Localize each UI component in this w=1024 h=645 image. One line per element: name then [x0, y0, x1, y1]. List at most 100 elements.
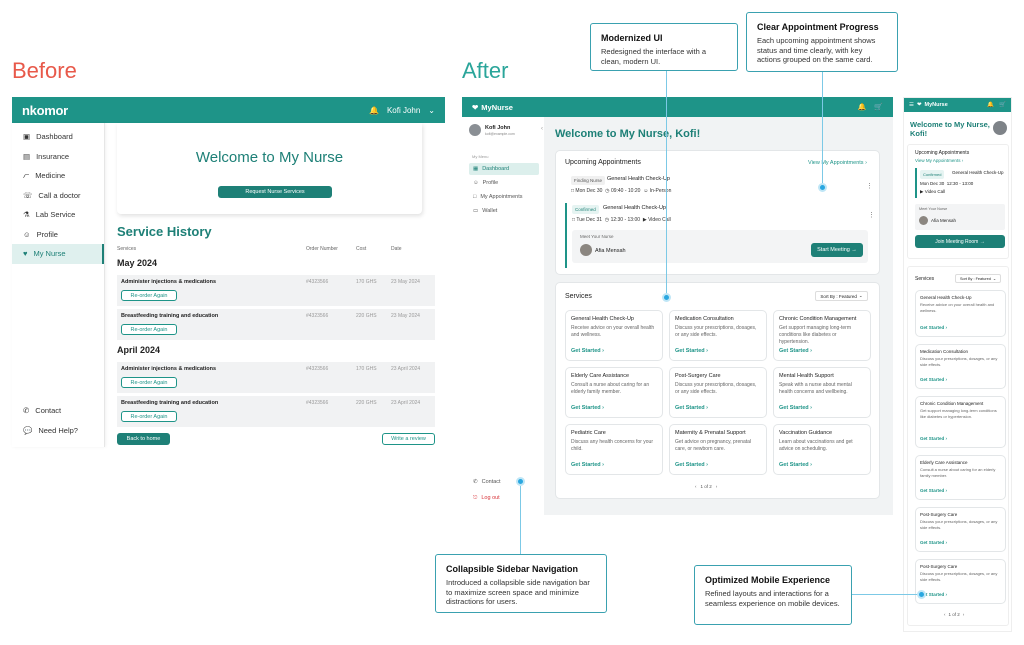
more-icon[interactable]: ⋮	[866, 182, 873, 190]
connector-line	[822, 72, 823, 186]
get-started-link[interactable]: Get Started ›	[920, 540, 947, 545]
service-card[interactable]: Pediatric Care Discuss any health concern…	[565, 424, 663, 475]
back-home-button[interactable]: Back to home	[117, 433, 170, 445]
view-appointments-link[interactable]: View My Appointments ›	[808, 160, 867, 166]
next-page-icon[interactable]: ›	[963, 612, 965, 617]
reorder-button[interactable]: Re-order Again	[121, 411, 177, 422]
mobile-topbar: ☰ ❤ MyNurse 🔔 🛒	[904, 98, 1011, 112]
service-card[interactable]: Maternity & Prenatal Support Get advice o…	[669, 424, 767, 475]
sidebar-item-lab-service[interactable]: ⚗ Lab Service	[12, 205, 104, 225]
more-icon[interactable]: ⋮	[868, 211, 875, 219]
get-started-link[interactable]: Get Started ›	[675, 462, 708, 468]
callout-marker-dot	[516, 477, 525, 486]
bell-icon[interactable]: 🔔	[987, 102, 994, 108]
next-page-icon[interactable]: ›	[716, 484, 718, 489]
start-meeting-button[interactable]: Start Meeting →	[811, 243, 863, 257]
video-icon: ▶	[920, 189, 924, 194]
mobile-services-card: Services Sort By : Featured ⌄ General Hea…	[907, 266, 1009, 626]
appointment-item[interactable]: Confirmed General Health Check-Up Mon De…	[915, 168, 1005, 198]
sidebar-item-my-nurse[interactable]: ♥ My Nurse	[12, 244, 104, 264]
chevron-down-icon[interactable]: ⌄	[428, 106, 435, 115]
table-row: Administer injections & medications #432…	[117, 362, 435, 393]
connector-line	[666, 71, 667, 297]
get-started-link[interactable]: Get Started ›	[675, 348, 708, 354]
sidebar-item-dashboard[interactable]: ▦ Dashboard	[469, 163, 539, 175]
menu-label: My Menu	[472, 154, 489, 159]
service-card[interactable]: Elderly Care Assistance Consult a nurse a…	[565, 367, 663, 418]
sort-select[interactable]: Sort By : Featured ⌄	[815, 291, 868, 301]
status-badge: Confirmed	[572, 205, 599, 214]
sidebar-item-dashboard[interactable]: ▣ Dashboard	[12, 127, 104, 147]
cart-icon[interactable]: 🛒	[874, 103, 883, 111]
sort-select[interactable]: Sort By : Featured ⌄	[955, 274, 1001, 283]
table-row: Breastfeeding training and education #43…	[117, 309, 435, 340]
appointment-title: General Health Check-Up	[603, 205, 666, 211]
callout-modernized-ui: Modernized UI Redesigned the interface w…	[590, 23, 738, 71]
reorder-button[interactable]: Re-order Again	[121, 377, 177, 388]
bell-icon[interactable]: 🔔	[858, 103, 867, 111]
service-card[interactable]: Post-Surgery Care Discuss your prescripti…	[669, 367, 767, 418]
avatar[interactable]	[469, 124, 481, 136]
prev-page-icon[interactable]: ‹	[944, 612, 946, 617]
get-started-link[interactable]: Get Started ›	[779, 462, 812, 468]
sidebar-item-contact[interactable]: ✆ Contact	[473, 479, 501, 485]
menu-icon[interactable]: ☰	[909, 102, 914, 108]
get-started-link[interactable]: Get Started ›	[920, 436, 947, 441]
service-card[interactable]: Chronic Condition Management Get support …	[915, 396, 1006, 448]
sidebar-item-insurance[interactable]: ▤ Insurance	[12, 147, 104, 167]
service-card[interactable]: Chronic Condition Management Get support …	[773, 310, 871, 361]
after-topbar: ❤ MyNurse 🔔 🛒	[462, 97, 893, 117]
reorder-button[interactable]: Re-order Again	[121, 290, 177, 301]
get-started-link[interactable]: Get Started ›	[571, 348, 604, 354]
service-card[interactable]: Post-Surgery Care Discuss your prescripti…	[915, 559, 1006, 604]
sidebar-item-profile[interactable]: ☺ Profile	[469, 177, 539, 189]
appointment-item[interactable]: Confirmed General Health Check-Up □ Tue …	[565, 203, 875, 268]
bell-icon[interactable]: 🔔	[369, 106, 379, 115]
sidebar-item-profile[interactable]: ☺ Profile	[12, 225, 104, 245]
phone-icon: ☏	[23, 190, 33, 200]
cart-icon[interactable]: 🛒	[999, 102, 1006, 108]
logout-button[interactable]: ⎋ Log out	[473, 495, 500, 502]
sidebar-item-call-doctor[interactable]: ☏ Call a doctor	[12, 186, 104, 206]
get-started-link[interactable]: Get Started ›	[779, 405, 812, 411]
sidebar-item-contact[interactable]: ✆ Contact	[12, 401, 105, 421]
service-card[interactable]: General Health Check-Up Receive advice on…	[565, 310, 663, 361]
collapse-icon[interactable]: ‹	[541, 126, 543, 132]
get-started-link[interactable]: Get Started ›	[571, 405, 604, 411]
pill-icon: ⦧	[23, 170, 30, 180]
get-started-link[interactable]: Get Started ›	[920, 488, 947, 493]
service-card[interactable]: Post-Surgery Care Discuss your prescripti…	[915, 507, 1006, 552]
service-card[interactable]: Medication Consultation Discuss your pres…	[915, 344, 1006, 389]
service-card[interactable]: Elderly Care Assistance Consult a nurse a…	[915, 455, 1006, 500]
reorder-button[interactable]: Re-order Again	[121, 324, 177, 335]
sidebar-item-wallet[interactable]: ▭ Wallet	[469, 205, 539, 217]
service-card[interactable]: Vaccination Guidance Learn about vaccinat…	[773, 424, 871, 475]
heart-logo-icon: ❤	[916, 102, 922, 108]
service-card[interactable]: Mental Health Support Speak with a nurse …	[773, 367, 871, 418]
get-started-link[interactable]: Get Started ›	[779, 348, 812, 354]
get-started-link[interactable]: Get Started ›	[675, 405, 708, 411]
status-badge: Confirmed	[920, 170, 945, 179]
callout-marker-dot	[917, 590, 926, 599]
get-started-link[interactable]: Get Started ›	[571, 462, 604, 468]
sidebar-item-medicine[interactable]: ⦧ Medicine	[12, 166, 104, 186]
get-started-link[interactable]: Get Started ›	[920, 377, 947, 382]
join-meeting-button[interactable]: Join Meeting Room →	[915, 235, 1005, 248]
mobile-services-title: Services	[915, 276, 935, 282]
service-card[interactable]: Medication Consultation Discuss your pres…	[669, 310, 767, 361]
table-row: Administer injections & medications #432…	[117, 275, 435, 306]
user-name: Kofi John	[485, 125, 511, 131]
chat-icon: 💬	[23, 425, 33, 435]
avatar[interactable]	[993, 121, 1007, 135]
service-card[interactable]: General Health Check-Up Receive advice on…	[915, 290, 1006, 337]
prev-page-icon[interactable]: ‹	[695, 484, 697, 489]
view-appointments-link[interactable]: View My Appointments ›	[915, 158, 963, 163]
sidebar-item-help[interactable]: 💬 Need Help?	[12, 421, 105, 441]
month-heading: May 2024	[117, 258, 158, 268]
sidebar-item-appointments[interactable]: □ My Appointments	[469, 191, 539, 203]
request-nurse-button[interactable]: Request Nurse Services	[218, 186, 332, 198]
before-logo: nkomor	[22, 102, 68, 118]
write-review-button[interactable]: Write a review	[382, 433, 435, 445]
get-started-link[interactable]: Get Started ›	[920, 325, 947, 330]
pagination: ‹ 1 of 2 ›	[944, 612, 965, 617]
